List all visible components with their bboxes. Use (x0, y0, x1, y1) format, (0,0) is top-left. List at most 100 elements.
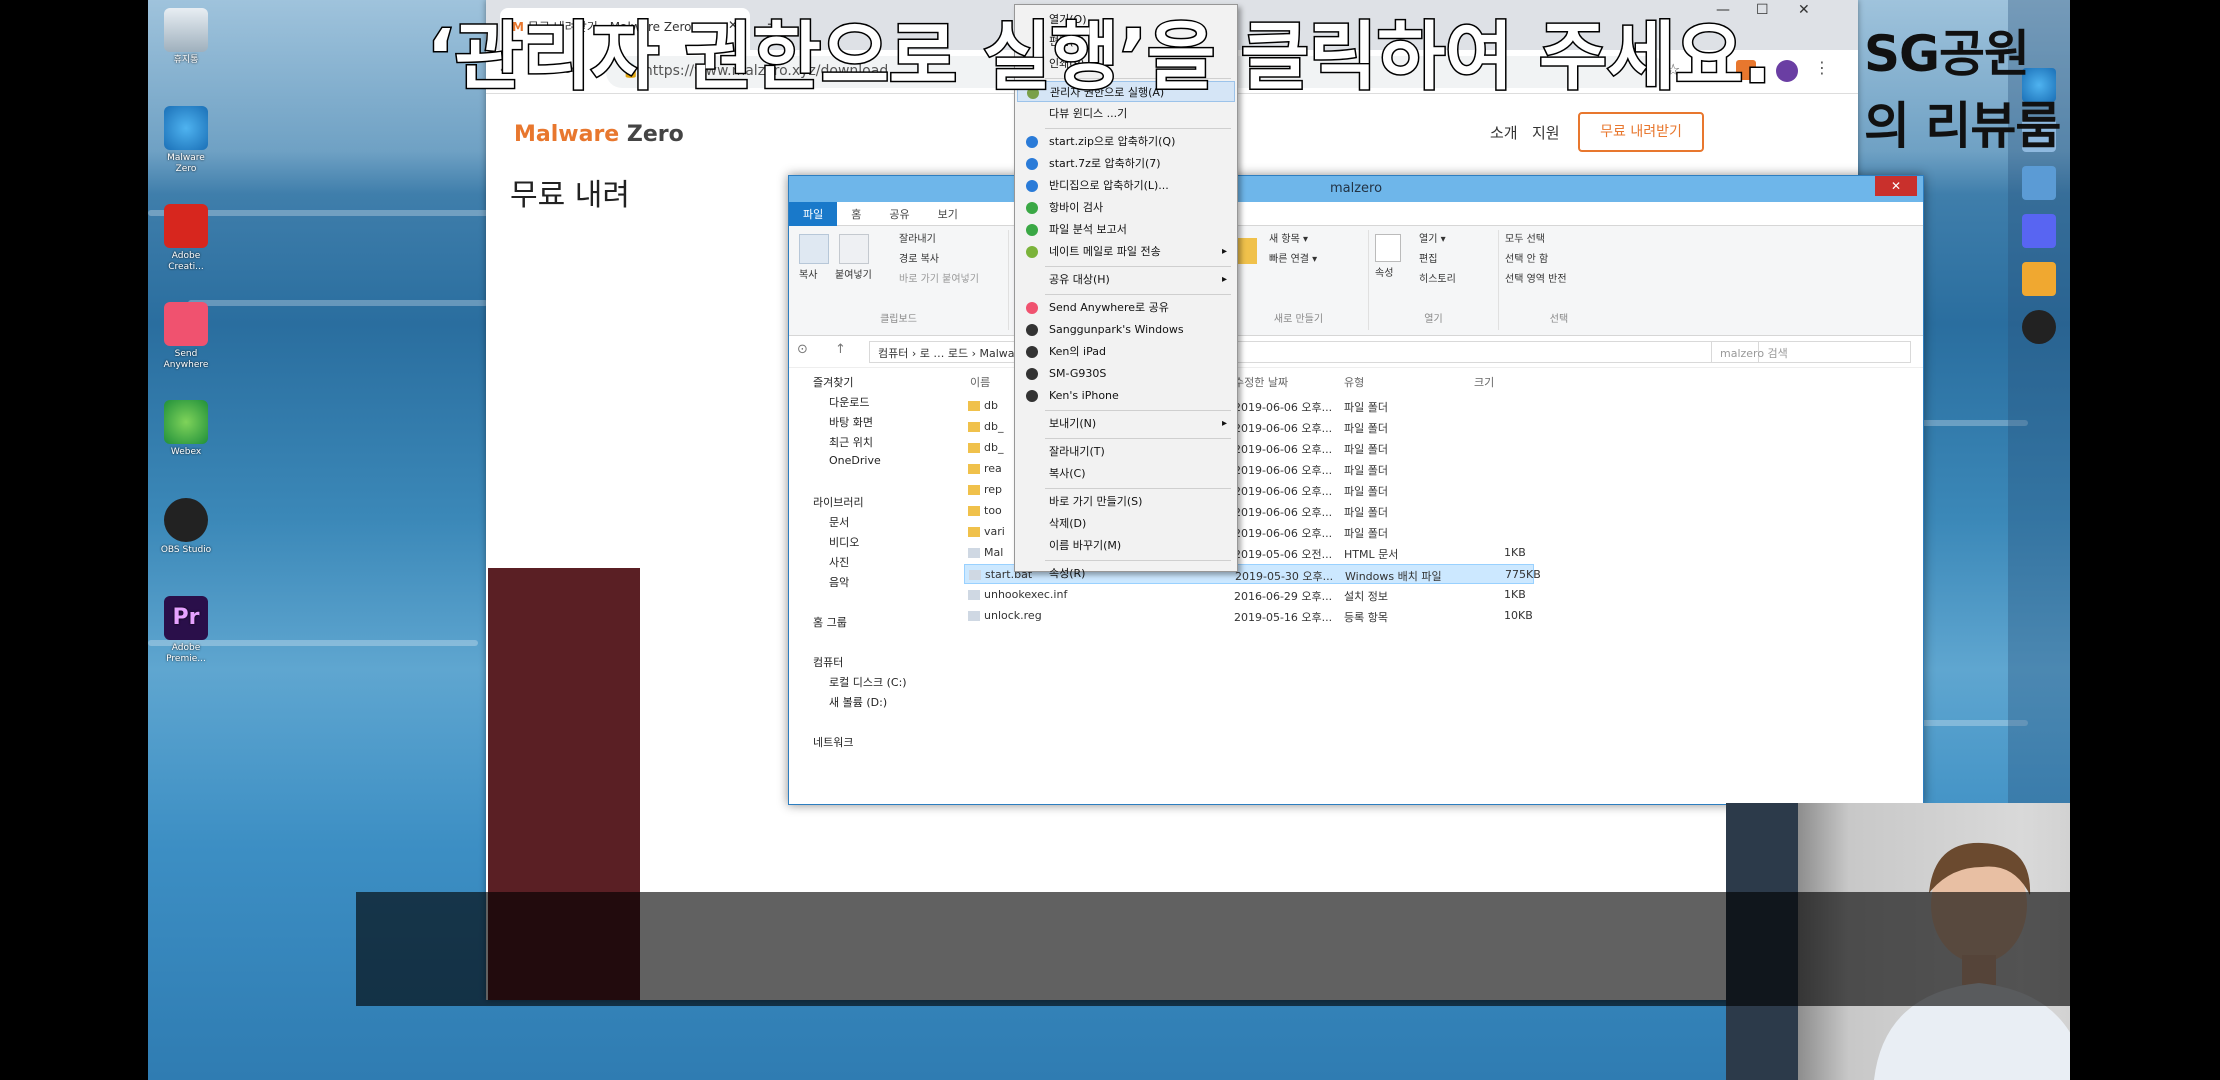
desktop-icon-adobe-cc[interactable]: Adobe Creati... (158, 204, 214, 273)
group-caption: 새로 만들기 (1273, 314, 1324, 325)
nav-pictures[interactable]: 사진 (829, 554, 849, 570)
edit-button[interactable]: 편집 (1419, 250, 1437, 270)
menu-item-icon (1026, 136, 1038, 148)
app-icon[interactable] (2022, 262, 2056, 296)
copy-icon[interactable] (799, 234, 829, 264)
file-icon (968, 590, 980, 600)
notes-icon[interactable] (2022, 166, 2056, 200)
table-row[interactable]: unlock.reg 2019-05-16 오후... 등록 항목 10KB (964, 606, 1534, 626)
cell-date: 2016-06-29 오후... (1234, 590, 1333, 603)
cell-name: rea (984, 462, 1002, 475)
easy-access-button[interactable]: 빠른 연결 ▾ (1269, 250, 1317, 270)
submenu-arrow-icon: ▸ (1221, 274, 1227, 285)
menu-item[interactable]: start.7z로 압축하기(7) (1017, 153, 1235, 174)
breadcrumb[interactable]: 컴퓨터 › 로 … 로드 › MalwareZero › malzero › (869, 341, 1759, 363)
paste-icon[interactable] (839, 234, 869, 264)
cut-button[interactable]: 잘라내기 (899, 230, 936, 250)
desktop-icon-webex[interactable]: Webex (158, 400, 214, 458)
nav-favorites[interactable]: 즐겨찾기 (813, 374, 853, 390)
nav-recent[interactable]: 최근 위치 (829, 434, 873, 450)
menu-item-label: start.zip으로 압축하기(Q) (1049, 135, 1176, 148)
desktop-icon-obs[interactable]: OBS Studio (158, 498, 214, 556)
malware-zero-logo[interactable]: Malware Zero (514, 122, 684, 147)
obs-icon[interactable] (2022, 310, 2056, 344)
nav-homegroup[interactable]: 홈 그룹 (813, 614, 847, 630)
history-button[interactable]: 히스토리 (1419, 270, 1456, 290)
nav-music[interactable]: 음악 (829, 574, 849, 590)
menu-item[interactable]: 복사(C) (1017, 463, 1235, 484)
nav-about[interactable]: 소개 (1490, 122, 1518, 143)
menu-item[interactable]: 이름 바꾸기(M) (1017, 535, 1235, 556)
menu-item[interactable]: 삭제(D) (1017, 513, 1235, 534)
tab-view[interactable]: 보기 (924, 202, 972, 226)
discord-icon[interactable] (2022, 214, 2056, 248)
cell-name: db (984, 399, 998, 412)
premiere-icon: Pr (164, 596, 208, 640)
desktop-icon-malware-zero[interactable]: Malware Zero (158, 106, 214, 175)
desktop-icon-premiere[interactable]: Pr Adobe Premie... (158, 596, 214, 665)
properties-icon[interactable] (1375, 234, 1401, 262)
new-item-button[interactable]: 새 항목 ▾ (1269, 230, 1308, 250)
menu-item[interactable]: 속성(R) (1017, 563, 1235, 584)
copy-path-button[interactable]: 경로 복사 (899, 250, 939, 270)
tab-share[interactable]: 공유 (875, 202, 923, 226)
nav-desktop[interactable]: 바탕 화면 (829, 414, 873, 430)
menu-item[interactable]: 파일 분석 보고서 (1017, 219, 1235, 240)
back-icon[interactable]: ⊙ (797, 342, 808, 357)
menu-item[interactable]: 잘라내기(T) (1017, 441, 1235, 462)
menu-item[interactable]: 반디집으로 압축하기(L)... (1017, 175, 1235, 196)
up-icon[interactable]: ↑ (835, 342, 846, 357)
nav-videos[interactable]: 비디오 (829, 534, 859, 550)
search-input[interactable]: malzero 검색 (1711, 341, 1911, 363)
select-none-button[interactable]: 선택 안 함 (1505, 250, 1548, 270)
download-button[interactable]: 무료 내려받기 (1578, 112, 1704, 152)
file-icon (968, 548, 980, 558)
nav-libraries[interactable]: 라이브러리 (813, 494, 864, 510)
menu-item[interactable]: Ken의 iPad (1017, 341, 1235, 362)
column-size[interactable]: 크기 (1474, 374, 1494, 390)
column-date[interactable]: 수정한 날짜 (1234, 374, 1288, 390)
menu-item[interactable]: 공유 대상(H) ▸ (1017, 269, 1235, 290)
menu-item-icon (1026, 158, 1038, 170)
tab-file[interactable]: 파일 (789, 202, 838, 226)
nav-support[interactable]: 지원 (1532, 122, 1560, 143)
invert-selection-button[interactable]: 선택 영역 반전 (1505, 270, 1567, 290)
menu-item[interactable]: 네이트 메일로 파일 전송 ▸ (1017, 241, 1235, 262)
nav-onedrive[interactable]: OneDrive (829, 454, 881, 467)
nav-documents[interactable]: 문서 (829, 514, 849, 530)
paste-button[interactable]: 붙여넣기 (835, 266, 872, 286)
menu-item[interactable]: 바로 가기 만들기(S) (1017, 491, 1235, 512)
menu-item[interactable]: start.zip으로 압축하기(Q) (1017, 131, 1235, 152)
menu-item[interactable]: 항바이 검사 (1017, 197, 1235, 218)
menu-item[interactable]: SM-G930S (1017, 363, 1235, 384)
cell-date: 2019-06-06 오후... (1234, 443, 1333, 456)
cell-type: 설치 정보 (1344, 590, 1388, 603)
desktop-icon-send-anywhere[interactable]: Send Anywhere (158, 302, 214, 371)
nav-local-disk[interactable]: 로컬 디스크 (C:) (829, 674, 907, 690)
file-icon (968, 611, 980, 621)
properties-button[interactable]: 속성 (1375, 264, 1393, 284)
paste-shortcut-button[interactable]: 바로 가기 붙여넣기 (899, 270, 979, 290)
cell-size: 775KB (1505, 568, 1541, 581)
nav-network[interactable]: 네트워크 (813, 734, 853, 750)
explorer-titlebar[interactable]: malzero (789, 176, 1923, 202)
open-button[interactable]: 열기 ▾ (1419, 230, 1446, 250)
nav-new-volume[interactable]: 새 볼륨 (D:) (829, 694, 887, 710)
menu-item[interactable]: Send Anywhere로 공유 (1017, 297, 1235, 318)
select-all-button[interactable]: 모두 선택 (1505, 230, 1545, 250)
column-name[interactable]: 이름 (970, 374, 990, 390)
explorer-close-icon[interactable]: ✕ (1875, 176, 1917, 196)
nav-downloads[interactable]: 다운로드 (829, 394, 869, 410)
copy-button[interactable]: 복사 (799, 266, 817, 286)
tab-home[interactable]: 홈 (837, 202, 875, 226)
cell-name: too (984, 504, 1002, 517)
menu-item[interactable]: Ken's iPhone (1017, 385, 1235, 406)
menu-item[interactable]: 보내기(N) ▸ (1017, 413, 1235, 434)
cell-name: unhookexec.inf (984, 588, 1068, 601)
column-type[interactable]: 유형 (1344, 374, 1364, 390)
nav-computer[interactable]: 컴퓨터 (813, 654, 843, 670)
ribbon-group-clipboard: 복사 붙여넣기 잘라내기 경로 복사 바로 가기 붙여넣기 클립보드 (789, 230, 1009, 330)
menu-item[interactable]: Sanggunpark's Windows (1017, 319, 1235, 340)
table-row[interactable]: unhookexec.inf 2016-06-29 오후... 설치 정보 1KB (964, 585, 1534, 605)
menu-item-label: SM-G930S (1049, 367, 1107, 380)
